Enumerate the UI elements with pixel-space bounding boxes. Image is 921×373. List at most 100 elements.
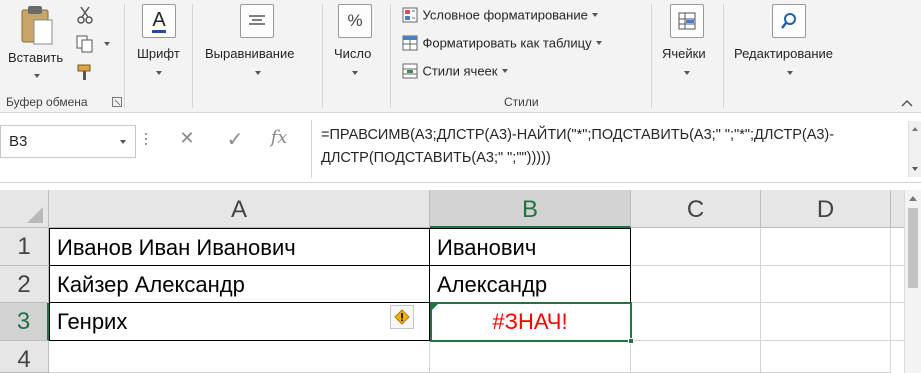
font-group[interactable]: A Шрифт: [126, 0, 192, 113]
cells-group[interactable]: Ячейки: [653, 0, 722, 113]
alignment-group[interactable]: Выравнивание: [194, 0, 322, 113]
row-header-3[interactable]: 3: [0, 303, 49, 341]
chevron-down-icon: [596, 40, 603, 45]
cut-icon[interactable]: [75, 5, 95, 25]
cell-b2[interactable]: Александр: [430, 266, 631, 303]
format-painter-icon[interactable]: [75, 62, 95, 82]
format-as-table-icon: [402, 35, 418, 51]
enter-icon[interactable]: ✓: [222, 127, 248, 152]
cell-b1[interactable]: Иванович: [430, 228, 631, 266]
column-header-a[interactable]: A: [49, 190, 430, 228]
clipboard-group: Вставить Буфер обмена: [0, 0, 124, 113]
cells-label: Ячейки: [662, 46, 706, 61]
number-dropdown-icon: [352, 71, 358, 75]
alignment-dropdown-icon: [255, 71, 261, 75]
chevron-down-icon: [501, 68, 508, 73]
clipboard-group-label: Буфер обмена: [6, 95, 88, 109]
collapse-ribbon-icon[interactable]: [900, 98, 914, 108]
row-header-4[interactable]: 4: [0, 341, 49, 373]
column-header-c[interactable]: C: [631, 190, 761, 228]
row-header-2[interactable]: 2: [0, 266, 49, 303]
ribbon: Вставить Буфер обмена A Шрифт Выравниван…: [0, 0, 921, 113]
cancel-icon[interactable]: ✕: [174, 128, 200, 149]
worksheet-grid: A B C D 1 2 3 4 Иванов Иван Иванович Ива…: [0, 190, 921, 373]
chevron-down-icon[interactable]: [912, 167, 918, 171]
cell-c1[interactable]: [631, 228, 761, 266]
format-as-table-button[interactable]: Форматировать как таблицу: [402, 34, 603, 54]
font-glyph: A: [152, 8, 166, 33]
cell-a4[interactable]: [49, 341, 430, 373]
name-box[interactable]: B3: [0, 125, 136, 158]
editing-label: Редактирование: [734, 46, 834, 61]
separator: [651, 4, 652, 108]
cell-a2[interactable]: Кайзер Александр: [49, 266, 430, 303]
cell-styles-label: Стили ячеек: [422, 63, 498, 79]
insert-function-icon[interactable]: fx: [266, 127, 292, 148]
separator: [124, 4, 125, 108]
separator: [723, 4, 724, 108]
row-header-1[interactable]: 1: [0, 228, 49, 266]
cell-d2[interactable]: [761, 266, 891, 303]
cell-d3[interactable]: [761, 303, 891, 341]
font-dropdown-icon: [156, 71, 162, 75]
editing-group[interactable]: Редактирование: [725, 0, 855, 113]
formula-bar-splitter[interactable]: [144, 133, 148, 151]
name-box-value: B3: [9, 133, 28, 150]
copy-dropdown-icon[interactable]: [104, 42, 110, 46]
active-cell-selection: [430, 302, 632, 342]
dialog-launcher-icon[interactable]: [112, 97, 122, 107]
number-group[interactable]: % Число: [324, 0, 388, 113]
formula-line-2: ДЛСТР(ПОДСТАВИТЬ(A3;" ";""))))): [321, 150, 551, 166]
cell-c3[interactable]: [631, 303, 761, 341]
separator: [322, 4, 323, 108]
formula-scrollbar[interactable]: [908, 121, 921, 177]
styles-group: Условное форматирование Форматировать ка…: [392, 0, 648, 113]
name-box-dropdown-icon[interactable]: [120, 140, 126, 144]
cell-a3[interactable]: Генрих: [49, 303, 430, 341]
formula-line-1: =ПРАВСИМВ(A3;ДЛСТР(A3)-НАЙТИ("*";ПОДСТАВ…: [321, 127, 835, 143]
search-icon: [772, 4, 806, 38]
chevron-up-icon[interactable]: [909, 196, 917, 201]
styles-group-label: Стили: [504, 95, 539, 109]
separator: [390, 4, 391, 108]
cell-styles-button[interactable]: Стили ячеек: [402, 62, 508, 82]
number-icon: %: [338, 4, 372, 38]
paste-button[interactable]: Вставить: [4, 4, 68, 84]
cell-a1[interactable]: Иванов Иван Иванович: [49, 228, 430, 266]
conditional-formatting-label: Условное форматирование: [422, 7, 588, 23]
formula-input[interactable]: =ПРАВСИМВ(A3;ДЛСТР(A3)-НАЙТИ("*";ПОДСТАВ…: [311, 120, 921, 178]
error-options-button[interactable]: [390, 305, 414, 329]
format-as-table-label: Форматировать как таблицу: [422, 35, 592, 51]
separator: [192, 4, 193, 108]
scrollbar-thumb[interactable]: [908, 208, 918, 288]
paste-icon: [21, 6, 53, 45]
cell-d4[interactable]: [761, 341, 891, 373]
alignment-icon: [240, 4, 274, 38]
select-all-button[interactable]: [0, 190, 49, 228]
chevron-up-icon[interactable]: [912, 127, 918, 131]
cell-c2[interactable]: [631, 266, 761, 303]
paste-dropdown-icon[interactable]: [34, 74, 40, 78]
formula-bar: B3 ✕ ✓ fx =ПРАВСИМВ(A3;ДЛСТР(A3)-НАЙТИ("…: [0, 113, 921, 183]
warning-icon: [394, 309, 410, 325]
fill-handle[interactable]: [628, 338, 634, 344]
font-label: Шрифт: [137, 46, 180, 61]
cell-d1[interactable]: [761, 228, 891, 266]
column-header-b[interactable]: B: [430, 190, 631, 228]
alignment-label: Выравнивание: [205, 46, 295, 61]
cells-dropdown-icon: [684, 71, 690, 75]
cells-icon: [670, 4, 704, 38]
copy-icon[interactable]: [75, 34, 95, 54]
paste-label: Вставить: [8, 50, 64, 65]
cell-styles-icon: [402, 63, 418, 79]
number-label: Число: [334, 46, 372, 61]
conditional-formatting-icon: [402, 7, 418, 23]
conditional-formatting-button[interactable]: Условное форматирование: [402, 6, 599, 26]
column-header-d[interactable]: D: [761, 190, 891, 228]
error-indicator-triangle: [431, 303, 439, 311]
editing-dropdown-icon: [787, 71, 793, 75]
vertical-scrollbar[interactable]: [904, 190, 921, 373]
chevron-down-icon: [592, 12, 599, 17]
cell-c4[interactable]: [631, 341, 761, 373]
cell-b4[interactable]: [430, 341, 631, 373]
